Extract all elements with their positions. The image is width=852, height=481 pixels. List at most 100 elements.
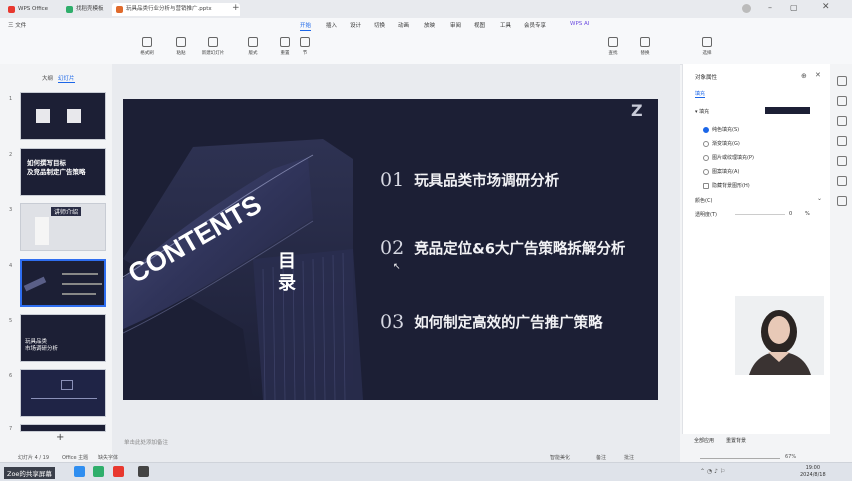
slide-thumbnail-3[interactable]: 讲师介绍 [20, 203, 106, 251]
zoom-level[interactable]: 67% [785, 454, 796, 460]
menu-design[interactable]: 设计 [350, 21, 361, 29]
browser-icon[interactable] [74, 466, 85, 477]
toc-item-1[interactable]: 01 玩具品类市场调研分析 [380, 169, 559, 191]
replace-button[interactable]: 替换 [628, 37, 662, 56]
clock[interactable]: 19:00 2024/8/18 [800, 465, 826, 479]
missing-font-button[interactable]: 缺失字体 [98, 454, 118, 461]
menu-view[interactable]: 视图 [474, 21, 485, 29]
wps-app-icon[interactable] [113, 466, 124, 477]
transparency-unit: % [805, 211, 810, 217]
slide-thumbnail-1[interactable] [20, 92, 106, 140]
thumb-title: 玩具品类 市场调研分析 [25, 339, 59, 352]
gradient-fill-option[interactable]: 渐变填充(G) [703, 140, 740, 147]
slide-thumbnail-4[interactable] [20, 259, 106, 307]
toc-item-3[interactable]: 03 如何制定高效的广告推广策略 [380, 311, 603, 333]
pattern-fill-option[interactable]: 图案填充(A) [703, 168, 739, 175]
close-icon[interactable]: ✕ [822, 2, 830, 12]
wechat-icon[interactable] [93, 466, 104, 477]
tab-slides[interactable]: 幻灯片 [58, 74, 75, 83]
layout-icon [248, 37, 258, 47]
select-button[interactable]: 选择 [690, 37, 724, 56]
picture-icon[interactable] [837, 116, 847, 126]
menu-insert[interactable]: 插入 [326, 21, 337, 29]
ribbon-toolbar: 格式刷 粘贴 新建幻灯片 版式 重置 节 查找 替换 选择 [0, 34, 852, 65]
notes-toggle[interactable]: 备注 [596, 454, 606, 461]
tab-outline[interactable]: 大纲 [42, 74, 53, 82]
menu-member[interactable]: 会员专享 [524, 21, 546, 29]
share-icon[interactable] [837, 176, 847, 186]
thumb-ribbon [23, 276, 47, 292]
chevron-down-icon[interactable]: ⌄ [817, 195, 822, 202]
new-slide-icon [208, 37, 218, 47]
menu-slideshow[interactable]: 放映 [424, 21, 435, 29]
menu-tools[interactable]: 工具 [500, 21, 511, 29]
checkbox [703, 182, 709, 189]
shape-icon[interactable] [837, 96, 847, 106]
fill-section[interactable]: ▾ 填充 [695, 108, 709, 115]
menu-review[interactable]: 审阅 [450, 21, 461, 29]
menu-transition[interactable]: 切换 [374, 21, 385, 29]
cursor-icon [702, 37, 712, 47]
slide-number: 7 [9, 426, 13, 432]
zoom-slider[interactable] [700, 458, 780, 459]
thumb-line [62, 293, 96, 295]
slide-number: 5 [9, 318, 13, 324]
slide-thumbnail-7[interactable] [20, 424, 106, 432]
picture-fill-option[interactable]: 图片或纹理填充(P) [703, 154, 754, 161]
properties-icon[interactable] [837, 76, 847, 86]
file-menu[interactable]: 三 文件 [8, 21, 26, 29]
qr-code-image [36, 109, 50, 123]
menu-animation[interactable]: 动画 [398, 21, 409, 29]
slide-number: 4 [9, 263, 13, 269]
tab-template[interactable]: 找稻壳模板 [62, 3, 110, 16]
restore-icon[interactable]: ▢ [790, 3, 798, 12]
layout-button[interactable]: 版式 [236, 37, 270, 56]
screen-share-label: Zoe的共享屏幕 [4, 467, 55, 479]
tab-document[interactable]: 玩具品类行业分析与营销推广.pptx [112, 3, 240, 16]
slide-number: 2 [9, 152, 13, 158]
template-icon [66, 6, 73, 13]
transparency-label: 透明度(T) [695, 212, 717, 218]
menu-home[interactable]: 开始 [300, 21, 312, 31]
close-panel-icon[interactable]: ✕ [815, 71, 821, 79]
smart-beautify-button[interactable]: 智能美化 [550, 454, 570, 461]
tab-fill[interactable]: 填充 [695, 90, 706, 98]
slide-thumbnail-5[interactable]: 玩具品类 市场调研分析 [20, 314, 106, 362]
find-button[interactable]: 查找 [596, 37, 630, 56]
new-slide-button[interactable]: 新建幻灯片 [196, 37, 230, 56]
brush-icon [142, 37, 152, 47]
transparency-slider[interactable] [735, 214, 785, 215]
paste-button[interactable]: 粘贴 [164, 37, 198, 56]
panel-title: 对象属性 [695, 75, 718, 81]
toc-item-2[interactable]: 02 竞品定位&6大广告策略拆解分析 [380, 237, 625, 259]
settings-icon[interactable] [837, 196, 847, 206]
radio-selected [703, 126, 709, 133]
new-tab-icon[interactable]: + [232, 3, 240, 13]
theme-name: Office 主题 [62, 455, 89, 461]
format-painter-button[interactable]: 格式刷 [130, 37, 164, 56]
clipboard-icon [176, 37, 186, 47]
current-slide[interactable]: CONTENTS 目录 Z 01 玩具品类市场调研分析 02 竞品定位&6大广告策略… [123, 99, 658, 400]
fill-color-swatch[interactable] [765, 107, 810, 114]
app-icon[interactable] [138, 466, 149, 477]
slide-thumbnail-2[interactable]: 如何撰写目标 及竞品制定广告策略 [20, 148, 106, 196]
tray-icons[interactable]: ⌃ ◔ ♪ ⚐ [700, 468, 725, 475]
solid-fill-option[interactable]: 纯色填充(S) [703, 126, 739, 133]
section-icon [300, 37, 310, 47]
hide-background-option[interactable]: 隐藏背景图形(H) [703, 182, 750, 189]
avatar[interactable] [742, 4, 751, 13]
radio [703, 140, 709, 147]
thumb-line [62, 283, 102, 285]
comments-toggle[interactable]: 批注 [624, 454, 634, 461]
right-sidebar [830, 64, 852, 462]
tab-wps-office[interactable]: WPS Office [4, 3, 54, 16]
animation-icon[interactable] [837, 136, 847, 146]
template-icon[interactable] [837, 156, 847, 166]
slide-thumbnail-6[interactable] [20, 369, 106, 417]
pin-icon[interactable]: ⊕ [801, 72, 807, 80]
transparency-value[interactable]: 0 [789, 211, 792, 217]
color-label: 颜色(C) [695, 198, 713, 204]
section-button[interactable]: 节 [288, 37, 322, 56]
wps-ai-button[interactable]: WPS AI [570, 21, 589, 27]
minimize-icon[interactable]: – [768, 3, 772, 12]
